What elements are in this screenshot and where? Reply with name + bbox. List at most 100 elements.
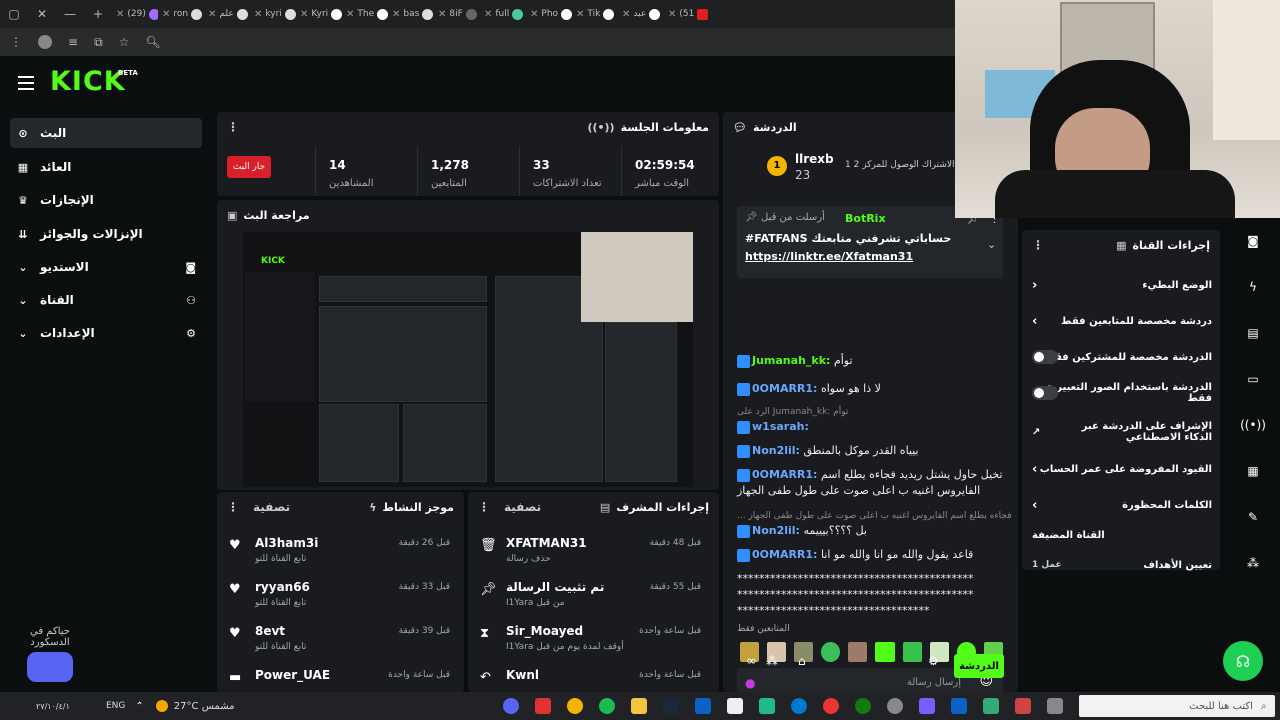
tab-close-icon[interactable]: ✕ <box>576 9 584 20</box>
sidebar-item-revenue[interactable]: ▦ العائد <box>10 152 202 182</box>
tray-chevron-icon[interactable]: ⌃ <box>135 701 143 712</box>
channel-action-subscribers-only[interactable]: الدردشة مخصصة للمشتركين فقط <box>1032 342 1212 372</box>
apps-icon[interactable]: ⁂ <box>1238 548 1268 578</box>
activity-item[interactable]: ♥ ryyan66 تابع القناة للتو قبل 33 دقيقة <box>217 574 462 618</box>
taskbar-app-icon[interactable] <box>534 698 551 714</box>
channel-action-slow-mode[interactable]: الوضع البطيء › <box>1032 270 1212 300</box>
steam-icon[interactable] <box>662 698 679 714</box>
dots-icon[interactable]: ⁂ <box>766 654 778 668</box>
emote-icon[interactable] <box>821 642 841 662</box>
tab-close-icon[interactable]: ✕ <box>116 9 124 20</box>
more-options-icon[interactable]: ⋮ <box>227 500 239 514</box>
channel-action-account-age[interactable]: القيود المفروضة على عمر الحساب › <box>1032 454 1212 484</box>
bookmarks-icon[interactable]: ≡ <box>68 35 78 49</box>
kick-logo[interactable]: KICK <box>50 66 126 97</box>
tab-close-icon[interactable]: ✕ <box>438 9 446 20</box>
chat-reply-preview[interactable]: الرد على Jumanah_kk: توأم <box>737 404 848 417</box>
more-options-icon[interactable]: ⋮ <box>478 500 490 514</box>
chat-username[interactable]: w1sarah: <box>752 420 809 433</box>
channel-action-emotes-only[interactable]: الدردشة باستخدام الصور التعبيرية فقط <box>1032 378 1212 408</box>
browser-tab[interactable]: ✕ Kyri <box>296 0 342 28</box>
browser-tab[interactable]: ✕ Pho <box>526 0 572 28</box>
taskbar-app-icon[interactable] <box>982 698 999 714</box>
sidebar-item-channel[interactable]: ⌄ القناة ⚇ <box>10 285 202 315</box>
browser-tab[interactable]: ✕ عبد <box>618 0 664 28</box>
more-options-icon[interactable]: ⋮ <box>227 120 239 134</box>
tab-close-icon[interactable]: ✕ <box>300 9 308 20</box>
chat-message[interactable]: *********************************** <box>737 604 930 617</box>
sidebar-item-studio[interactable]: ⌄ الاستديو ◙ <box>10 252 202 282</box>
support-headset-icon[interactable]: ☊ <box>1223 641 1263 681</box>
chat-message[interactable]: 0OMARR1: تخيل حاول يشتل ريديد فجاءه يطلع… <box>737 468 1003 482</box>
tab-close-icon[interactable]: ✕ <box>530 9 538 20</box>
toggle-switch[interactable] <box>1032 350 1058 364</box>
extensions-icon[interactable]: ⧉ <box>94 35 103 50</box>
chat-message[interactable]: الفايروس اغنيه ب اعلى صوت على طول طفى ال… <box>737 484 980 497</box>
browser-tab[interactable]: ✕ The <box>342 0 388 28</box>
taskbar-weather[interactable]: 27°C مشمس <box>174 701 235 712</box>
sidebar-item-settings[interactable]: ⌄ الإعدادات ⚙ <box>10 318 202 348</box>
browser-tab[interactable]: ✕ full <box>480 0 526 28</box>
wrench-icon[interactable]: ✎ <box>1238 502 1268 532</box>
channel-action-set-goals[interactable]: تعيين الأهداف عمل 1 <box>1032 550 1212 580</box>
mod-action-item[interactable]: ↶ Kwnl قبل ساعة واحدة <box>468 662 713 692</box>
layout-icon[interactable]: ▦ <box>1238 456 1268 486</box>
taskbar-app-icon[interactable] <box>950 698 967 714</box>
settings-icon[interactable] <box>886 698 903 714</box>
taskbar-search-box[interactable]: اكتب هنا للبحث ⌕ <box>1078 695 1275 717</box>
pinned-link[interactable]: https://linktr.ee/Xfatman31 <box>745 250 913 263</box>
chat-reply-preview[interactable]: ... فجاءه يطلع اسم الفايروس اغنيه ب اعلى… <box>737 508 1012 521</box>
folder-icon[interactable] <box>630 698 647 714</box>
xbox-icon[interactable] <box>854 698 871 714</box>
browser-tab[interactable]: ✕ kyri <box>250 0 296 28</box>
shop-icon[interactable]: ⌂ <box>798 654 806 668</box>
browser-tab[interactable]: ✕ ron <box>158 0 204 28</box>
chevron-down-icon[interactable]: ⌄ <box>987 238 996 251</box>
taskbar-app-icon[interactable] <box>1014 698 1031 714</box>
channel-action-ai-moderation[interactable]: الإشراف على الدردشة عبر الذكاء الاصطناعي… <box>1032 414 1212 450</box>
bolt-icon[interactable]: ϟ <box>1238 272 1268 302</box>
chat-message[interactable]: 0OMARR1: قاعد يقول والله مو انا والله مو… <box>737 548 973 562</box>
chat-username[interactable]: 0OMARR1: <box>752 468 817 481</box>
chat-username[interactable]: 0OMARR1: <box>752 382 817 395</box>
star-icon[interactable]: ☆ <box>119 35 130 49</box>
sidebar-item-achievements[interactable]: ♛ الإنجازات <box>10 185 202 215</box>
sidebar-item-drops[interactable]: ⇊ الإنزالات والجوائز <box>10 219 202 249</box>
chat-username[interactable]: 0OMARR1: <box>752 548 817 561</box>
browser-tab[interactable]: ✕ علم <box>204 0 250 28</box>
taskbar-app-icon[interactable] <box>502 698 519 714</box>
new-tab-button[interactable]: + <box>84 0 112 28</box>
tab-close-icon[interactable]: ✕ <box>484 9 492 20</box>
emote-icon[interactable] <box>875 642 895 662</box>
tab-close-icon[interactable]: ✕ <box>346 9 354 20</box>
mod-action-item[interactable]: 🗑︎ XFATMAN31 حذف رسالة قبل 48 دقيقة <box>468 530 713 574</box>
log-icon[interactable]: ▤ <box>1238 318 1268 348</box>
microphone-icon[interactable]: ● <box>745 676 755 690</box>
spotify-icon[interactable] <box>598 698 615 714</box>
profile-avatar[interactable] <box>38 35 52 49</box>
chat-username[interactable]: Non2lil: <box>752 524 800 537</box>
tab-close-icon[interactable]: ✕ <box>622 9 630 20</box>
top-gifter-name[interactable]: llrexb <box>795 152 834 166</box>
chat-message[interactable]: Non2lil: بيياه القدر موكل بالمنطق <box>737 444 919 458</box>
taskbar-app-icon[interactable] <box>1046 698 1063 714</box>
tab-close-icon[interactable]: ✕ <box>668 9 676 20</box>
signal-icon[interactable]: ((•)) <box>1238 410 1268 440</box>
infinity-icon[interactable]: ∞ <box>746 654 757 669</box>
filter-button[interactable]: تصفية <box>253 500 290 514</box>
menu-dots-icon[interactable]: ⋮ <box>10 35 22 49</box>
zoom-icon[interactable]: 🔍︎ <box>145 35 160 49</box>
sidebar-item-stream[interactable]: ⊙ البث <box>10 118 202 148</box>
more-options-icon[interactable]: ⋮ <box>1032 238 1044 252</box>
activity-item[interactable]: ▬ Power_UAE قبل ساعة واحدة <box>217 662 462 692</box>
browser-tab[interactable]: ✕ (51 <box>664 0 710 28</box>
tab-close-icon[interactable]: ✕ <box>392 9 400 20</box>
chat-username[interactable]: Jumanah_kk: <box>752 354 830 367</box>
tab-close-icon[interactable]: ✕ <box>208 9 216 20</box>
chat-message[interactable]: ****************************************… <box>737 588 974 601</box>
channel-action-banned-words[interactable]: الكلمات المحظورة › <box>1032 490 1212 520</box>
mod-action-item[interactable]: 📌︎ تم تثبيت الرسالة I1Yara من قبل قبل 55 دق… <box>468 574 713 618</box>
mail-icon[interactable] <box>694 698 711 714</box>
taskbar-app-icon[interactable] <box>758 698 775 714</box>
filter-button[interactable]: تصفية <box>504 500 541 514</box>
